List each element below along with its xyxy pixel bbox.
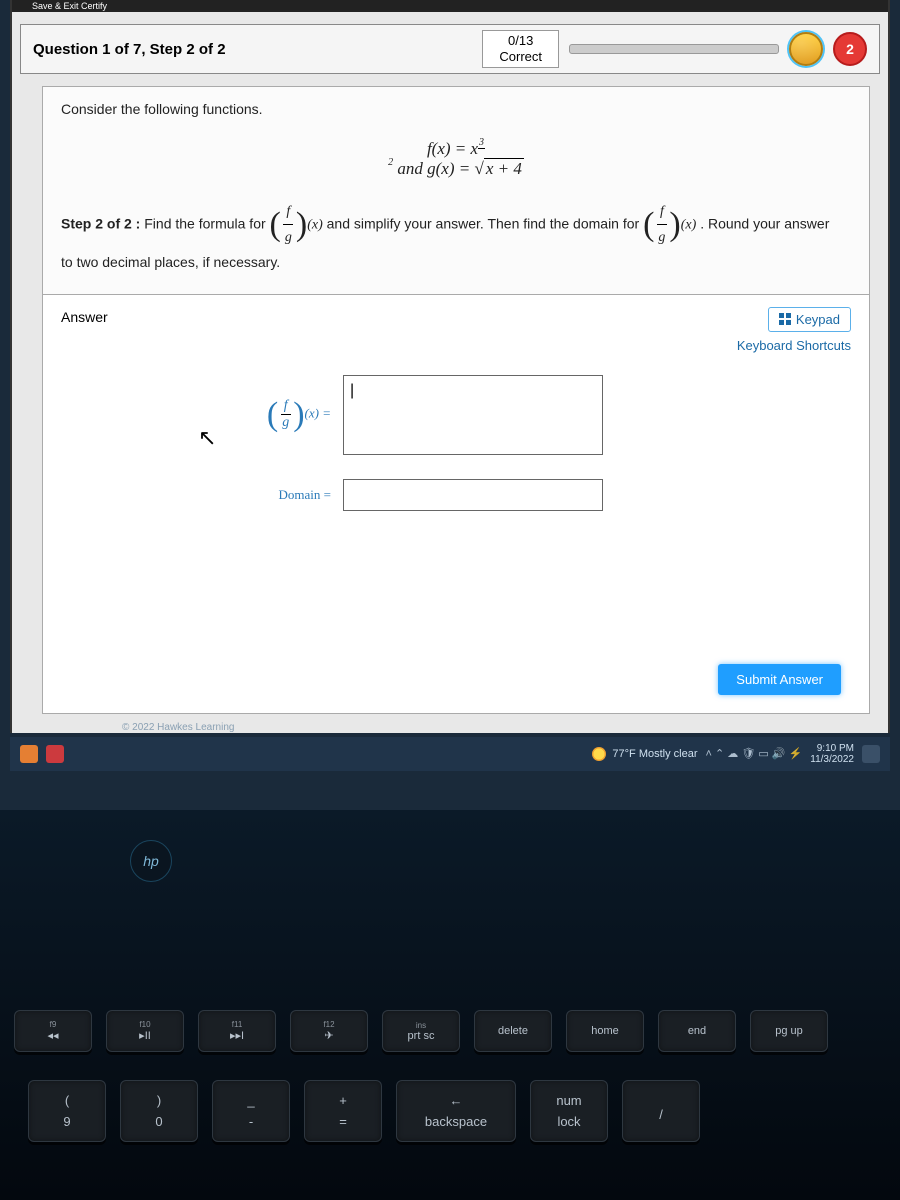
domain-label: Domain = <box>241 487 331 503</box>
answer-card: Answer Keypad Keyboard Shortcuts ↖ ( fg … <box>42 294 870 714</box>
clock-date: 11/3/2022 <box>810 754 854 765</box>
submit-answer-button[interactable]: Submit Answer <box>718 664 841 695</box>
hp-logo: hp <box>130 840 172 882</box>
of-x-2: (x) <box>681 217 697 232</box>
keyboard-key: numlock <box>530 1080 608 1142</box>
question-header: Question 1 of 7, Step 2 of 2 0/13 Correc… <box>20 24 880 74</box>
fg-fraction-1: ( fg ) <box>270 199 308 250</box>
windows-taskbar[interactable]: 77°F Mostly clear ˄ ⌃ ☁ 🛡 ▭ 🔊 ⚡ 9:10 PM … <box>10 737 890 771</box>
keyboard-key: delete <box>474 1010 552 1052</box>
g-lhs: g(x) = <box>427 159 474 178</box>
cursor-icon: ↖ <box>198 425 216 451</box>
copyright-text: © 2022 Hawkes Learning <box>122 722 888 733</box>
avatar[interactable] <box>789 32 823 66</box>
fg-fraction-2: ( fg ) <box>643 199 681 250</box>
g-radicand: x + 4 <box>484 158 524 178</box>
keyboard-key: f11▸▸I <box>198 1010 276 1052</box>
keyboard-key: home <box>566 1010 644 1052</box>
keyboard-key: end <box>658 1010 736 1052</box>
answer-heading: Answer <box>61 309 851 325</box>
save-exit-bar[interactable]: Save & Exit Certify <box>12 0 888 12</box>
of-x-1: (x) <box>307 217 323 232</box>
keypad-icon <box>779 313 791 325</box>
and-word: and <box>397 159 427 178</box>
keypad-label: Keypad <box>796 312 840 327</box>
taskbar-clock[interactable]: 9:10 PM 11/3/2022 <box>810 743 854 765</box>
formula-label: ( fg ) (x) = <box>241 398 331 431</box>
taskbar-app-icon[interactable] <box>46 745 64 763</box>
notifications-icon[interactable] <box>862 745 880 763</box>
keyboard-key: _- <box>212 1080 290 1142</box>
weather-text: 77°F Mostly clear <box>612 748 697 760</box>
save-exit-label: Save & Exit Certify <box>32 1 107 11</box>
problem-card: Consider the following functions. f(x) =… <box>42 86 870 294</box>
keypad-button[interactable]: Keypad <box>768 307 851 332</box>
step-prefix: Step 2 of 2 : <box>61 215 140 231</box>
keyboard-key: += <box>304 1080 382 1142</box>
lives-count: 2 <box>846 41 854 57</box>
step-text-b: and simplify your answer. Then find the … <box>327 215 643 231</box>
formula-input[interactable]: | <box>343 375 603 455</box>
keyboard-key: ←backspace <box>396 1080 516 1142</box>
problem-intro: Consider the following functions. <box>61 101 851 117</box>
step-text-a: Find the formula for <box>144 215 269 231</box>
f-lhs: f(x) = x <box>427 139 478 158</box>
step-text-c: . Round your answer <box>700 215 829 231</box>
keyboard-key: insprt sc <box>382 1010 460 1052</box>
taskbar-app-icon[interactable] <box>20 745 38 763</box>
keyboard-key: (9 <box>28 1080 106 1142</box>
keyboard-key: f9◂◂ <box>14 1010 92 1052</box>
keyboard-shortcuts-link[interactable]: Keyboard Shortcuts <box>737 338 851 353</box>
clock-time: 9:10 PM <box>810 743 854 754</box>
lives-badge: 2 <box>833 32 867 66</box>
question-title: Question 1 of 7, Step 2 of 2 <box>33 41 226 58</box>
function-definitions: f(x) = x32 and g(x) = √x + 4 <box>61 139 851 179</box>
domain-input[interactable] <box>343 479 603 511</box>
step-instruction: Step 2 of 2 : Find the formula for ( fg … <box>61 199 851 276</box>
f-exp-den: 2 <box>388 157 393 168</box>
keyboard-key: pg up <box>750 1010 828 1052</box>
keyboard-key: f10▸II <box>106 1010 184 1052</box>
keyboard-key: )0 <box>120 1080 198 1142</box>
step-text-tail: to two decimal places, if necessary. <box>61 254 280 270</box>
progress-bar <box>569 44 779 54</box>
taskbar-weather[interactable]: 77°F Mostly clear <box>592 747 697 761</box>
sun-icon <box>592 747 606 761</box>
keyboard-key: f12✈ <box>290 1010 368 1052</box>
score-value: 0/13 <box>499 33 542 49</box>
score-box: 0/13 Correct <box>482 30 559 67</box>
f-exp-num: 3 <box>478 137 485 149</box>
score-label: Correct <box>499 49 542 65</box>
keyboard-key: / <box>622 1080 700 1142</box>
physical-keyboard: hp f9◂◂ f10▸II f11▸▸I f12✈ insprt sc delete ho… <box>0 810 900 1200</box>
